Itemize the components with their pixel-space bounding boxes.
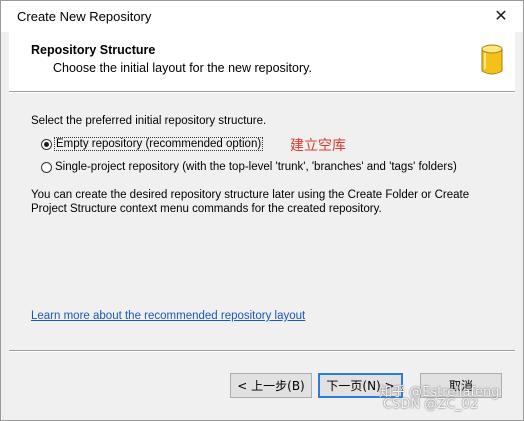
radio-empty-repository[interactable]	[41, 138, 52, 150]
radio-single-project[interactable]	[41, 161, 52, 173]
info-text: You can create the desired repository st…	[31, 189, 470, 215]
header-divider	[9, 91, 515, 93]
wizard-header: Repository Structure Choose the initial …	[9, 32, 515, 91]
option-single-project[interactable]: Single-project repository (with the top-…	[41, 161, 457, 173]
create-repository-dialog: Create New Repository ✕ Repository Struc…	[0, 0, 524, 421]
wizard-content: Select the preferred initial repository …	[31, 115, 501, 215]
annotation-text: 建立空库	[290, 138, 346, 154]
database-icon	[481, 44, 503, 75]
structure-prompt: Select the preferred initial repository …	[31, 115, 267, 127]
learn-more-link[interactable]: Learn more about the recommended reposit…	[31, 310, 305, 322]
watermark-csdn: CSDN @ZC_02	[383, 397, 479, 412]
option-single-project-label: Single-project repository (with the top-…	[55, 161, 457, 173]
page-subheading: Choose the initial layout for the new re…	[53, 61, 312, 75]
back-button[interactable]: < 上一步(B)	[230, 373, 312, 398]
option-empty-repository[interactable]: Empty repository (recommended option)	[41, 137, 264, 151]
close-icon[interactable]: ✕	[491, 6, 511, 26]
window-title: Create New Repository	[17, 9, 152, 24]
page-heading: Repository Structure	[31, 43, 156, 57]
title-bar: Create New Repository ✕	[1, 1, 523, 32]
footer-divider	[9, 350, 515, 352]
option-empty-repository-label: Empty repository (recommended option)	[53, 137, 264, 151]
